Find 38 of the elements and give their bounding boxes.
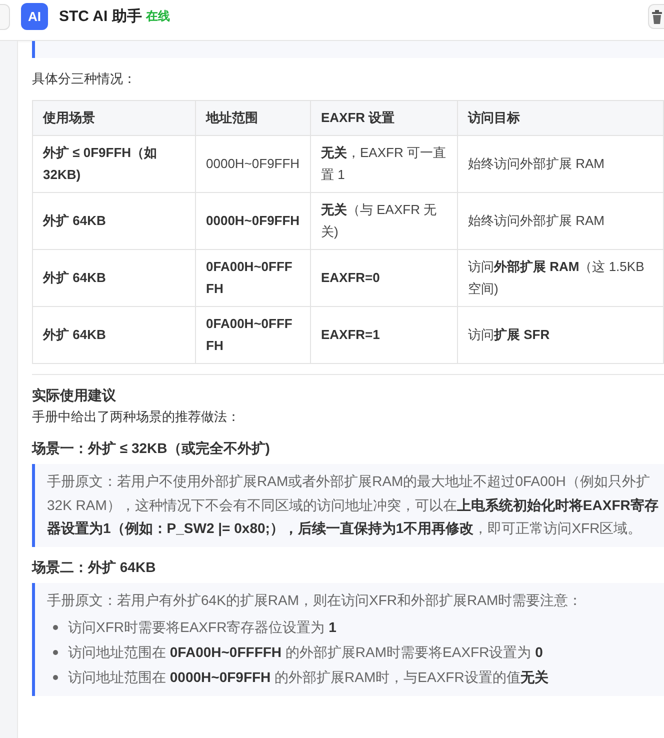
table-cell: 访问扩展 SFR: [458, 306, 664, 364]
app-title: STC AI 助手: [59, 7, 142, 26]
table-cell: 无关（与 EAXFR 无关): [310, 192, 458, 250]
quote-text: 手册原文：若用户不使用外部扩展RAM或者外部扩展RAM的最大地址不超过0FA00H（例如只外扩32K RAM），这种情况下不会有不同区域的访问地址冲突，可以在上电系统初始化时将EAXFR寄存器设置为1（例如：P_SW2 |= 0x80;），后续一直保持为1不用再修改，即可正常访问XFR区域。: [47, 472, 660, 538]
table-cell: 0000H~0F9FFH: [196, 136, 310, 192]
bullet-icon: [53, 650, 58, 655]
table-cell: EAXFR=0: [310, 250, 458, 306]
quote-text: 手册原文：若用户有外扩64K的扩展RAM，则在访问XFR和外部扩展RAM时需要注意：: [47, 590, 584, 610]
table-cell: 外扩 64KB: [32, 250, 196, 306]
bullet-text: 访问地址范围在 0FA00H~0FFFFH 的外部扩展RAM时需要将EAXFR设置为 0: [68, 643, 543, 662]
online-status: 在线: [146, 8, 170, 25]
column-header: 使用场景: [32, 100, 196, 136]
table-cell: 无关，EAXFR 可一直置 1: [310, 136, 458, 192]
table-cell: 始终访问外部扩展 RAM: [458, 192, 664, 250]
table-cell: 始终访问外部扩展 RAM: [458, 136, 664, 192]
column-header: EAXFR 设置: [310, 100, 458, 136]
intro-text: 具体分三种情况：: [32, 70, 137, 88]
table-cell: 0FA00H~0FFFFH: [196, 250, 310, 306]
column-header: 访问目标: [458, 100, 664, 136]
delete-button[interactable]: [648, 4, 664, 29]
bullet-icon: [53, 625, 58, 630]
table-cell: 0FA00H~0FFFFH: [196, 306, 310, 364]
bullet-icon: [53, 675, 58, 680]
table-cell: 访问外部扩展 RAM（这 1.5KB 空间): [458, 250, 664, 306]
table-cell: 外扩 ≤ 0F9FFH（如 32KB): [32, 136, 196, 192]
scenario-heading: 场景二：外扩 64KB: [32, 558, 157, 576]
bullet-text: 访问地址范围在 0000H~0F9FFH 的外部扩展RAM时，与EAXFR设置的值无关: [68, 668, 548, 687]
table-cell: 外扩 64KB: [32, 192, 196, 250]
table-cell: 0000H~0F9FFH: [196, 192, 310, 250]
app-logo: AI: [21, 3, 48, 30]
trash-icon: [652, 10, 662, 24]
section-heading: 实际使用建议: [32, 386, 117, 405]
table-cell: 外扩 64KB: [32, 306, 196, 364]
bullet-text: 访问XFR时需要将EAXFR寄存器位设置为 1: [68, 618, 336, 637]
section-intro: 手册中给出了两种场景的推荐做法：: [32, 408, 241, 426]
column-header: 地址范围: [196, 100, 310, 136]
table-cell: EAXFR=1: [310, 306, 458, 364]
scenario-heading: 场景一：外扩 ≤ 32KB（或完全不外扩): [32, 439, 271, 458]
